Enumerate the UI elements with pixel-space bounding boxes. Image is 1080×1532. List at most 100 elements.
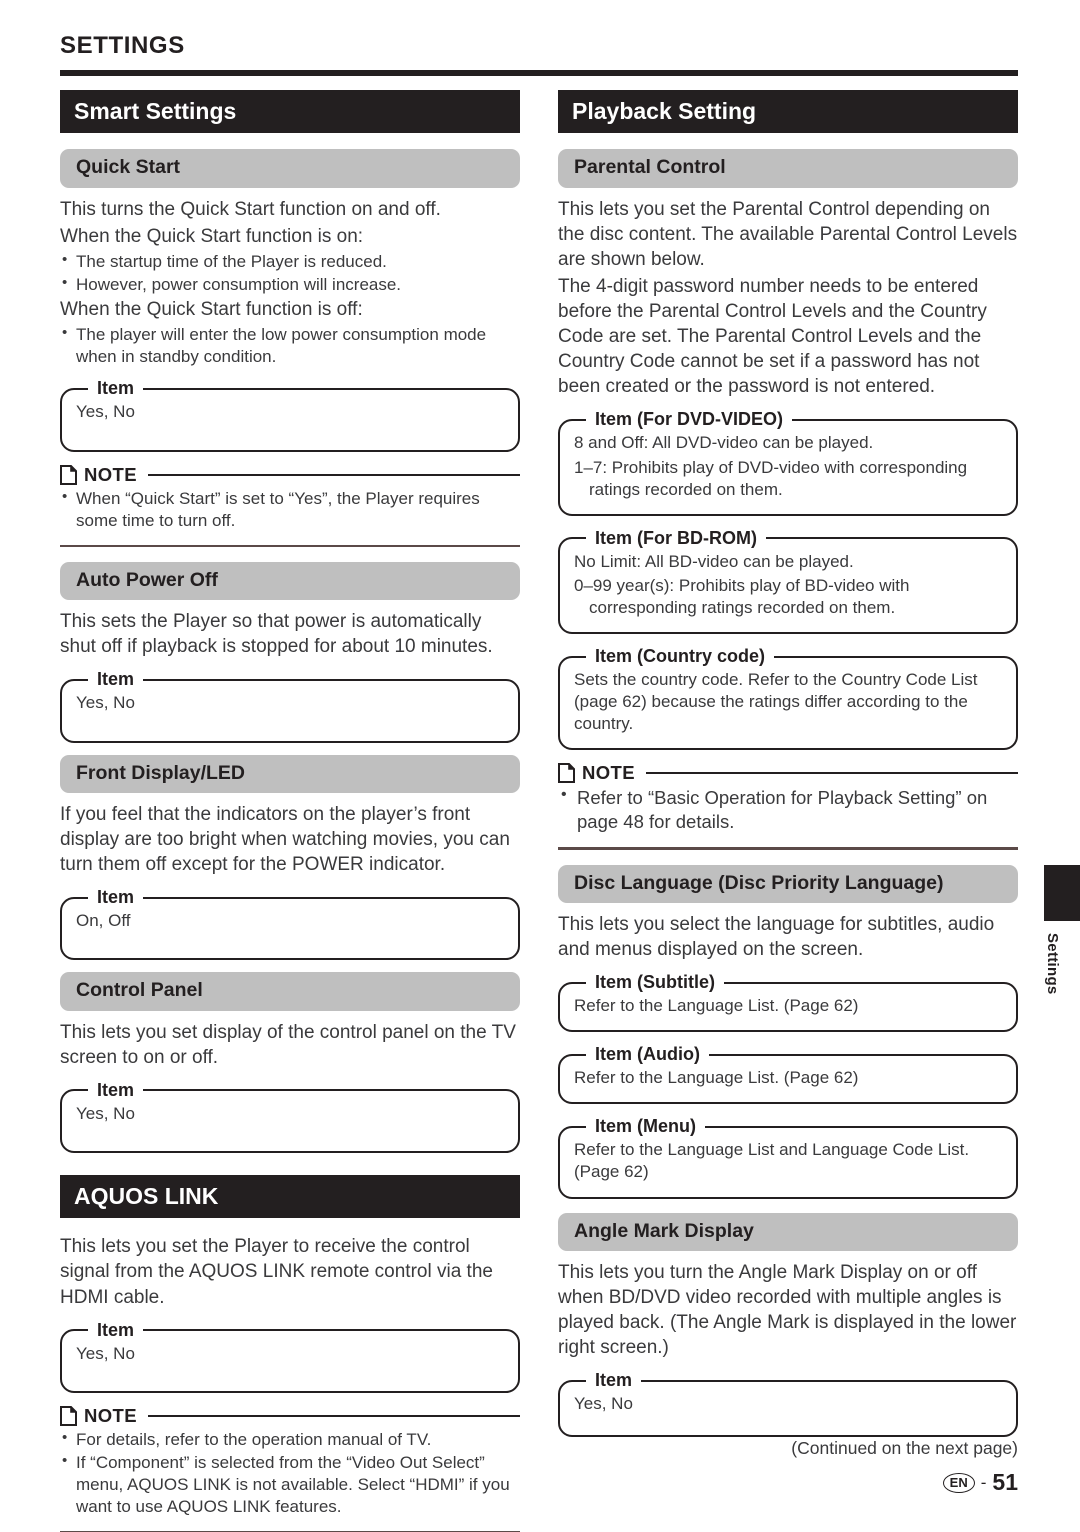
item-box-legend: Item <box>97 887 135 908</box>
note-bullets-aquos-link: For details, refer to the operation manu… <box>60 1428 520 1518</box>
note-rule <box>646 772 1018 775</box>
section-divider <box>60 544 520 547</box>
item-box-front-display: Item On, Off <box>60 887 520 961</box>
item-box-angle-mark: Item Yes, No <box>558 1370 1018 1438</box>
page-number: 51 <box>992 1469 1018 1495</box>
page-title: SETTINGS <box>60 32 185 59</box>
item-box-legend: Item (Country code) <box>595 646 766 667</box>
item-box-bd-rom: Item (For BD-ROM) No Limit: All BD-video… <box>558 527 1018 635</box>
note-label: NOTE <box>84 1404 137 1426</box>
item-box-legend: Item (Audio) <box>595 1044 700 1065</box>
item-box-subtitle: Item (Subtitle) Refer to the Language Li… <box>558 972 1018 1033</box>
note-label: NOTE <box>582 762 635 784</box>
note-document-icon <box>60 464 77 485</box>
section-header-playback-setting: Playback Setting <box>558 90 1018 134</box>
list-item: The player will enter the low power cons… <box>60 323 520 368</box>
manual-page: SETTINGS Smart Settings Quick Start This… <box>0 0 1080 1532</box>
item-box-legend: Item <box>595 1370 633 1391</box>
side-tab-settings: Settings <box>1044 865 1080 995</box>
side-tab-block <box>1044 865 1080 921</box>
quick-start-paragraph-2: When the Quick Start function is on: <box>60 225 364 247</box>
note-header-parental-control: NOTE <box>558 762 1018 784</box>
item-box-value: Refer to the Language List. (Page 62) <box>574 1068 859 1088</box>
item-box-value: Yes, No <box>76 693 135 713</box>
note-header-aquos-link: NOTE <box>60 1405 520 1427</box>
quick-start-off-bullets: The player will enter the low power cons… <box>60 323 520 368</box>
continued-notice: (Continued on the next page) <box>791 1438 1018 1458</box>
item-box-legend: Item (Subtitle) <box>595 972 715 993</box>
page-number-dash: - <box>980 1472 987 1492</box>
subsection-header-control-panel: Control Panel <box>60 972 520 1011</box>
item-box-legend: Item (For DVD-VIDEO) <box>595 409 784 430</box>
item-box-legend: Item <box>97 378 135 399</box>
subsection-header-parental-control: Parental Control <box>558 149 1018 188</box>
item-box-legend: Item (For BD-ROM) <box>595 527 757 548</box>
aquos-link-paragraph: This lets you set the Player to receive … <box>60 1236 493 1308</box>
parental-control-paragraph-2: The 4-digit password number needs to be … <box>558 276 987 398</box>
item-box-value: Sets the country code. Refer to the Coun… <box>574 670 978 734</box>
note-header-quick-start: NOTE <box>60 464 520 486</box>
side-tab-label: Settings <box>1044 933 1061 995</box>
disc-language-paragraph: This lets you select the language for su… <box>558 913 995 961</box>
list-item: For details, refer to the operation manu… <box>60 1428 520 1451</box>
list-item: If “Component” is selected from the “Vid… <box>60 1451 520 1518</box>
item-box-dvd-video: Item (For DVD-VIDEO) 8 and Off: All DVD-… <box>558 409 1018 516</box>
list-item: However, power consumption will increase… <box>60 273 520 296</box>
item-box-value-line-1: 8 and Off: All DVD-video can be played. <box>574 433 874 453</box>
item-box-value-line-2: 0–99 year(s): Prohibits play of BD-video… <box>574 575 910 617</box>
item-box-value: Refer to the Language List. (Page 62) <box>574 996 859 1016</box>
item-box-country-code: Item (Country code) Sets the country cod… <box>558 646 1018 751</box>
note-label: NOTE <box>84 463 137 485</box>
right-column: Playback Setting Parental Control This l… <box>558 90 1018 1532</box>
item-box-aquos-link: Item Yes, No <box>60 1319 520 1393</box>
subsection-header-quick-start: Quick Start <box>60 149 520 188</box>
page-number-group: EN - 51 <box>791 1469 1018 1496</box>
subsection-header-angle-mark-display: Angle Mark Display <box>558 1212 1018 1251</box>
language-code-badge: EN <box>942 1472 975 1493</box>
note-bullets-quick-start: When “Quick Start” is set to “Yes”, the … <box>60 487 520 532</box>
subsection-header-auto-power-off: Auto Power Off <box>60 561 520 601</box>
quick-start-paragraph-3: When the Quick Start function is off: <box>60 299 363 321</box>
control-panel-paragraph: This lets you set display of the control… <box>60 1021 516 1068</box>
item-box-value: On, Off <box>76 911 131 931</box>
item-box-value-line-1: No Limit: All BD-video can be played. <box>574 551 854 571</box>
note-bullets-parental-control: Refer to “Basic Operation for Playback S… <box>558 785 1018 834</box>
auto-power-off-paragraph: This sets the Player so that power is au… <box>60 611 493 658</box>
item-box-value: Refer to the Language List and Language … <box>574 1140 970 1182</box>
item-box-auto-power-off: Item Yes, No <box>60 669 520 743</box>
item-box-menu: Item (Menu) Refer to the Language List a… <box>558 1116 1018 1199</box>
item-box-value-line-2: 1–7: Prohibits play of DVD-video with co… <box>574 457 968 499</box>
item-box-control-panel: Item Yes, No <box>60 1079 520 1153</box>
front-display-paragraph: If you feel that the indicators on the p… <box>60 803 510 876</box>
page-footer: (Continued on the next page) EN - 51 <box>791 1438 1018 1496</box>
item-box-legend: Item <box>97 1079 135 1100</box>
quick-start-on-bullets: The startup time of the Player is reduce… <box>60 250 520 296</box>
section-header-smart-settings: Smart Settings <box>60 90 520 134</box>
note-document-icon <box>558 763 575 784</box>
item-box-legend: Item (Menu) <box>595 1116 696 1137</box>
angle-mark-paragraph: This lets you turn the Angle Mark Displa… <box>558 1261 1017 1359</box>
quick-start-paragraph-1: This turns the Quick Start function on a… <box>60 198 441 220</box>
two-column-layout: Smart Settings Quick Start This turns th… <box>60 90 1018 1532</box>
section-header-aquos-link: AQUOS LINK <box>60 1174 520 1219</box>
item-box-legend: Item <box>97 669 135 690</box>
item-box-value: Yes, No <box>76 402 135 422</box>
subsection-header-front-display-led: Front Display/LED <box>60 754 520 793</box>
item-box-legend: Item <box>97 1319 135 1340</box>
note-rule <box>148 1414 520 1417</box>
chapter-divider <box>60 70 1018 76</box>
section-divider <box>558 847 1018 850</box>
left-column: Smart Settings Quick Start This turns th… <box>60 90 520 1532</box>
item-box-audio: Item (Audio) Refer to the Language List.… <box>558 1044 1018 1105</box>
item-box-quick-start: Item Yes, No <box>60 378 520 452</box>
item-box-value: Yes, No <box>574 1394 633 1414</box>
note-document-icon <box>60 1405 77 1426</box>
item-box-value: Yes, No <box>76 1103 135 1123</box>
subsection-header-disc-language: Disc Language (Disc Priority Language) <box>558 864 1018 903</box>
list-item: The startup time of the Player is reduce… <box>60 250 520 273</box>
list-item: When “Quick Start” is set to “Yes”, the … <box>60 487 520 532</box>
parental-control-paragraph-1: This lets you set the Parental Control d… <box>558 198 1018 270</box>
note-rule <box>148 473 520 476</box>
list-item: Refer to “Basic Operation for Playback S… <box>558 785 1018 834</box>
item-box-value: Yes, No <box>76 1343 135 1363</box>
